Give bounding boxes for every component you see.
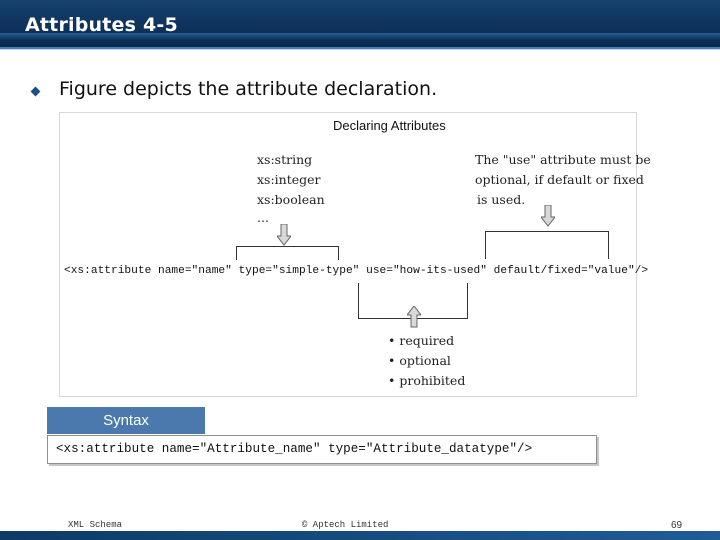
title-bar: Attributes 4-5 <box>0 0 720 47</box>
use-note-line: The "use" attribute must be <box>475 152 651 167</box>
slide-title: Attributes 4-5 <box>25 14 178 36</box>
type-option: xs:integer <box>257 172 321 187</box>
type-bracket-left <box>236 246 237 260</box>
syntax-box: <xs:attribute name="Attribute_name" type… <box>47 435 597 464</box>
syntax-label: Syntax <box>47 407 205 434</box>
figure-title: Declaring Attributes <box>333 118 446 133</box>
footer-course: XML Schema <box>68 520 123 530</box>
arrow-down-icon <box>541 205 555 227</box>
title-divider-light <box>0 49 720 50</box>
page-number: 69 <box>671 520 683 531</box>
use-value: • optional <box>388 353 451 368</box>
diamond-bullet-icon <box>30 86 41 97</box>
declaration-code: <xs:attribute name="name" type="simple-t… <box>64 265 649 277</box>
type-option: xs:boolean <box>257 192 325 207</box>
arrow-down-icon <box>277 224 291 246</box>
use-note-line: optional, if default or fixed <box>475 172 644 187</box>
type-option: xs:string <box>257 152 313 167</box>
use-bracket-left <box>358 283 359 319</box>
use-value: • prohibited <box>388 373 466 388</box>
default-bracket-right <box>608 231 609 259</box>
default-bracket <box>485 231 609 232</box>
footer-copyright: © Aptech Limited <box>302 520 389 530</box>
type-option: ... <box>257 210 269 225</box>
syntax-code: <xs:attribute name="Attribute_name" type… <box>56 442 533 456</box>
use-note-line: is used. <box>477 192 526 207</box>
arrow-up-icon <box>407 306 421 328</box>
type-bracket <box>236 246 339 247</box>
default-bracket-left <box>485 231 486 259</box>
bullet-text: Figure depicts the attribute declaration… <box>59 78 438 100</box>
use-bracket-right <box>467 283 468 319</box>
use-value: • required <box>388 333 455 348</box>
footer-bar <box>0 531 720 540</box>
type-bracket-right <box>338 246 339 260</box>
